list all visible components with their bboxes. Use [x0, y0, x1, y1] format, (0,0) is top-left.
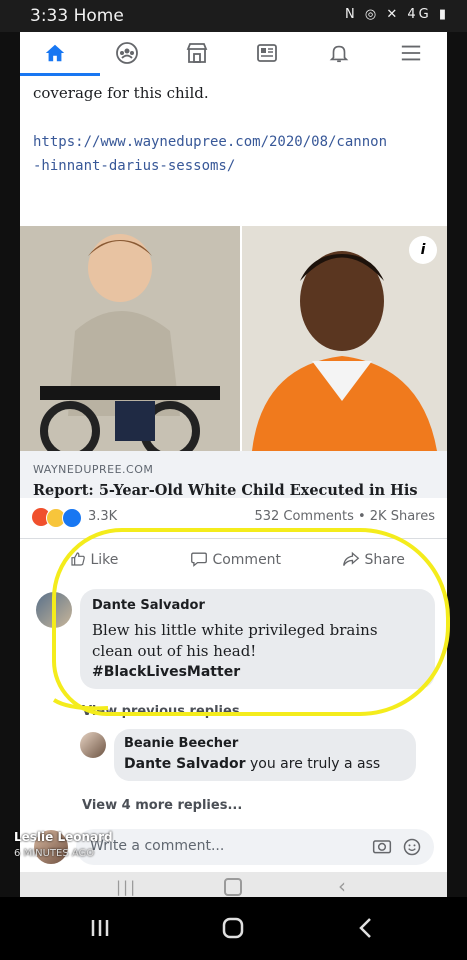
home-icon[interactable]	[40, 38, 70, 68]
back-button[interactable]	[345, 913, 385, 943]
inner-home-icon	[224, 878, 242, 896]
watermark-name: Leslie Leonard	[14, 830, 113, 844]
reply-text-line: Dante Salvador you are truly a ass	[124, 756, 380, 772]
preview-site: WAYNEDUPREE.COM	[33, 463, 154, 476]
menu-icon[interactable]	[396, 38, 426, 68]
post: coverage for this child. https://www.way…	[20, 76, 447, 539]
inner-recents-icon: |||	[116, 878, 138, 896]
reply-author[interactable]: Beanie Beecher	[124, 736, 238, 751]
post-link-line-1[interactable]: https://www.waynedupree.com/2020/08/cann…	[33, 134, 387, 150]
home-button[interactable]	[213, 913, 253, 943]
reply-mention[interactable]: Dante Salvador	[124, 756, 246, 772]
child-photo[interactable]	[20, 226, 240, 451]
view-more-replies[interactable]: View 4 more replies...	[82, 798, 242, 813]
post-text: coverage for this child.	[33, 84, 209, 102]
recents-button[interactable]	[80, 913, 120, 943]
bell-icon[interactable]	[324, 38, 354, 68]
facebook-nav-bar	[20, 32, 447, 76]
mugshot-photo[interactable]: i	[242, 226, 447, 451]
camera-icon[interactable]	[372, 837, 392, 859]
inner-back-icon: ‹	[338, 874, 346, 898]
comment-share-count[interactable]: 532 Comments • 2K Shares	[254, 509, 435, 524]
reply-text: you are truly a ass	[245, 756, 381, 772]
groups-icon[interactable]	[112, 38, 142, 68]
marketplace-icon[interactable]	[182, 38, 212, 68]
status-bar: 3:33 Home N ◎ ✕ 4G ▮	[0, 0, 467, 32]
reply-avatar[interactable]	[80, 732, 106, 758]
info-icon[interactable]: i	[409, 236, 437, 264]
highlight-tail	[52, 698, 109, 711]
emoji-icon[interactable]	[402, 837, 422, 861]
status-icons: N ◎ ✕ 4G ▮	[345, 7, 449, 22]
news-icon[interactable]	[252, 38, 282, 68]
status-time: 3:33 Home	[30, 6, 124, 26]
reaction-count[interactable]: 3.3K	[88, 509, 117, 524]
post-link-line-2[interactable]: -hinnant-darius-sessoms/	[33, 158, 235, 174]
facebook-screen: coverage for this child. https://www.way…	[20, 32, 447, 902]
highlight-circle	[52, 528, 450, 716]
like-reaction-icon[interactable]	[62, 508, 82, 528]
comment-input[interactable]: Write a comment...	[76, 829, 434, 865]
reply-bubble: Beanie Beecher Dante Salvador you are tr…	[114, 729, 416, 781]
system-nav-bar	[0, 897, 467, 960]
watermark-time: 6 MINUTES AGO	[14, 848, 95, 859]
